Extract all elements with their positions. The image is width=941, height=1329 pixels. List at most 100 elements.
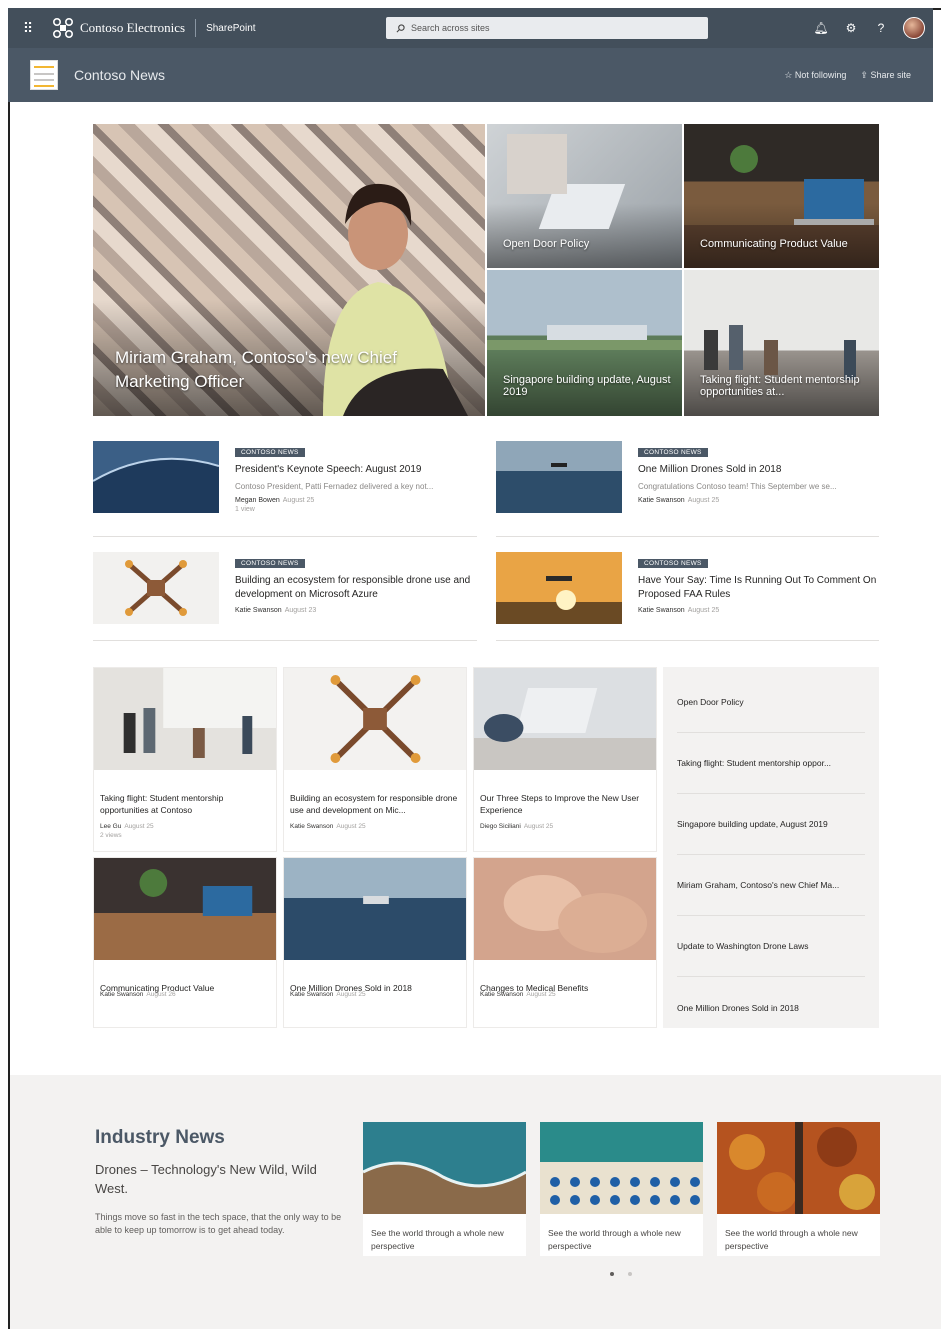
industry-heading: Industry News	[95, 1127, 225, 1148]
card-date: August 26	[146, 991, 176, 998]
card-image	[474, 668, 656, 770]
news-item[interactable]: CONTOSO NEWS Have Your Say: Time Is Runn…	[496, 552, 880, 640]
news-card[interactable]: Our Three Steps to Improve the New User …	[473, 667, 657, 852]
quick-link[interactable]: Update to Washington Drone Laws	[677, 916, 865, 977]
news-card[interactable]: Taking flight: Student mentorship opport…	[93, 667, 277, 852]
site-title[interactable]: Contoso News	[74, 67, 165, 83]
news-meta: Katie Swanson August 25	[638, 607, 880, 614]
carousel-dot[interactable]	[628, 1272, 632, 1276]
card-date: August 25	[336, 823, 366, 830]
card-author[interactable]: Katie Swanson	[290, 991, 333, 998]
card-author[interactable]: Lee Gu	[100, 823, 121, 830]
card-author[interactable]: Katie Swanson	[100, 991, 143, 998]
news-thumbnail	[496, 441, 622, 513]
news-title[interactable]: One Million Drones Sold in 2018	[638, 463, 880, 477]
news-card[interactable]: Building an ecosystem for responsible dr…	[283, 667, 467, 852]
news-badge: CONTOSO NEWS	[638, 448, 708, 457]
card-title: Changes to Medical Benefits	[480, 983, 589, 993]
quick-link[interactable]: One Million Drones Sold in 2018	[677, 977, 865, 1038]
user-avatar[interactable]	[903, 17, 925, 39]
news-title[interactable]: Building an ecosystem for responsible dr…	[235, 574, 477, 601]
help-icon[interactable]: ?	[873, 21, 889, 35]
share-label: Share site	[870, 69, 911, 80]
card-date: August 25	[124, 823, 154, 830]
card-title: Building an ecosystem for responsible dr…	[290, 793, 458, 815]
news-thumbnail	[496, 552, 622, 624]
card-meta: Lee Gu August 25	[94, 823, 276, 830]
card-author[interactable]: Diego Siciliani	[480, 823, 521, 830]
quick-link[interactable]: Singapore building update, August 2019	[677, 794, 865, 855]
news-item[interactable]: CONTOSO NEWS Building an ecosystem for r…	[93, 552, 477, 640]
notifications-bell-icon[interactable]: 🔔︎	[813, 21, 829, 35]
site-header: Contoso News ☆ Not following ⇪ Share sit…	[8, 48, 933, 102]
news-thumbnail	[93, 552, 219, 624]
industry-card-title: See the world through a whole new perspe…	[548, 1228, 681, 1251]
news-divider	[496, 640, 879, 641]
card-date: August 25	[523, 823, 554, 830]
card-image	[284, 858, 466, 960]
news-thumbnail	[93, 441, 219, 513]
suite-divider	[195, 19, 197, 37]
news-item[interactable]: CONTOSO NEWS President's Keynote Speech:…	[93, 441, 477, 529]
industry-card[interactable]: See the world through a whole new perspe…	[717, 1122, 880, 1256]
news-date: August 25	[282, 496, 315, 504]
hero-tile[interactable]: Communicating Product Value	[684, 124, 879, 268]
news-date: August 25	[687, 496, 720, 504]
news-item[interactable]: CONTOSO NEWS One Million Drones Sold in …	[496, 441, 880, 529]
quick-link[interactable]: Miriam Graham, Contoso's new Chief Ma...	[677, 855, 865, 916]
card-image	[94, 858, 276, 960]
news-title[interactable]: Have Your Say: Time Is Running Out To Co…	[638, 574, 880, 601]
logo-bar	[34, 73, 54, 75]
news-meta: Katie Swanson August 23	[235, 607, 477, 614]
carousel-dot-active[interactable]	[610, 1272, 614, 1276]
follow-label: Not following	[794, 69, 847, 80]
org-name[interactable]: Contoso Electronics	[80, 20, 185, 36]
news-card[interactable]: One Million Drones Sold in 2018 Katie Sw…	[283, 857, 467, 1028]
follow-button[interactable]: ☆ Not following	[784, 70, 846, 81]
quick-link[interactable]: Open Door Policy	[677, 672, 865, 733]
news-title[interactable]: President's Keynote Speech: August 2019	[235, 463, 477, 477]
news-author[interactable]: Katie Swanson	[235, 607, 282, 614]
site-logo-icon[interactable]	[30, 60, 58, 90]
contoso-logo-icon[interactable]	[52, 17, 74, 39]
search-box[interactable]: Search across sites	[386, 17, 708, 39]
hero-tile[interactable]: Singapore building update, August 2019	[487, 270, 682, 416]
hero-tile[interactable]: Taking flight: Student mentorship opport…	[684, 270, 879, 416]
news-card[interactable]: Communicating Product Value Katie Swanso…	[93, 857, 277, 1028]
logo-bar	[34, 79, 54, 81]
news-divider	[496, 536, 879, 537]
suite-bar-actions: 🔔︎ ⚙ ?	[813, 8, 925, 48]
news-views: 1 view	[235, 505, 255, 513]
app-launcher-icon[interactable]: ⠿	[14, 20, 42, 37]
news-card[interactable]: Changes to Medical Benefits Katie Swanso…	[473, 857, 657, 1028]
hero-tile-caption: Communicating Product Value	[700, 238, 848, 250]
card-author[interactable]: Katie Swanson	[290, 823, 333, 830]
card-date: August 25	[526, 991, 556, 998]
suite-bar: ⠿ Contoso Electronics SharePoint Search …	[8, 8, 933, 48]
hero-tile-caption: Open Door Policy	[503, 238, 590, 250]
autumn-forest-image	[717, 1122, 880, 1214]
news-item-body: CONTOSO NEWS Have Your Say: Time Is Runn…	[638, 552, 880, 614]
search-placeholder: Search across sites	[411, 23, 490, 33]
coast-aerial-image	[362, 1122, 527, 1214]
beach-aerial-image	[540, 1122, 703, 1214]
hero-main-tile[interactable]: Miriam Graham, Contoso's new Chief Marke…	[93, 124, 485, 416]
card-title: Taking flight: Student mentorship opport…	[100, 793, 224, 815]
news-meta: Megan Bowen August 25	[235, 497, 477, 504]
settings-gear-icon[interactable]: ⚙	[843, 21, 859, 35]
card-views: 2 views	[100, 832, 122, 839]
quick-link[interactable]: Taking flight: Student mentorship oppor.…	[677, 733, 865, 794]
industry-news-section: Industry News Drones – Technology's New …	[10, 1075, 941, 1329]
news-author[interactable]: Katie Swanson	[638, 497, 685, 504]
carousel-dots	[610, 1272, 632, 1276]
app-name[interactable]: SharePoint	[206, 23, 255, 34]
card-image	[94, 668, 276, 770]
news-author[interactable]: Katie Swanson	[638, 607, 685, 614]
card-author[interactable]: Katie Swanson	[480, 991, 523, 998]
industry-card[interactable]: See the world through a whole new perspe…	[540, 1122, 703, 1256]
news-author[interactable]: Megan Bowen	[235, 497, 280, 504]
hero-tile[interactable]: Open Door Policy	[487, 124, 682, 268]
industry-card-title: See the world through a whole new perspe…	[371, 1228, 504, 1251]
industry-card[interactable]: See the world through a whole new perspe…	[362, 1122, 527, 1256]
share-site-button[interactable]: ⇪ Share site	[860, 70, 911, 81]
